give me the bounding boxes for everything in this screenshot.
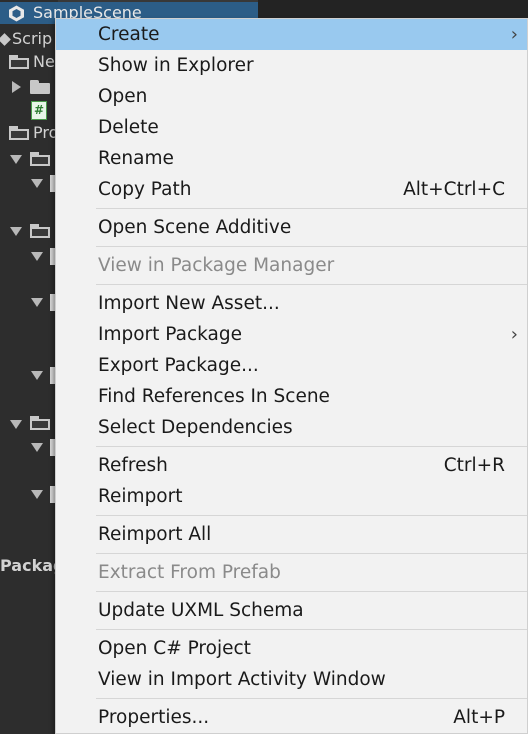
menu-item-import-new-asset[interactable]: Import New Asset... [56, 288, 527, 319]
scripts-label: Scrip [12, 29, 53, 48]
menu-item-label: Show in Explorer [98, 55, 254, 76]
menu-item-shortcut: Ctrl+R [443, 455, 505, 476]
folder-icon [30, 80, 50, 94]
menu-item-label: Refresh [98, 455, 168, 476]
menu-separator [96, 698, 527, 699]
menu-separator [96, 446, 527, 447]
menu-item-export-package[interactable]: Export Package... [56, 350, 527, 381]
menu-item-show-in-explorer[interactable]: Show in Explorer [56, 50, 527, 81]
menu-item-label: Copy Path [98, 179, 192, 200]
menu-item-label: Import New Asset... [98, 293, 280, 314]
menu-item-delete[interactable]: Delete [56, 112, 527, 143]
menu-item-label: Export Package... [98, 355, 259, 376]
menu-item-properties[interactable]: Properties... Alt+P [56, 702, 527, 733]
menu-item-rename[interactable]: Rename [56, 143, 527, 174]
csharp-script-icon: # [31, 101, 47, 120]
submenu-arrow-icon: › [510, 24, 518, 45]
menu-item-shortcut: Alt+P [453, 707, 505, 728]
menu-item-label: Open C# Project [98, 638, 251, 659]
expand-arrow-icon[interactable] [12, 81, 21, 93]
menu-item-reimport[interactable]: Reimport [56, 481, 527, 512]
collapse-arrow-icon[interactable] [31, 252, 43, 261]
menu-item-label: Select Dependencies [98, 417, 293, 438]
menu-item-create[interactable]: Create › [56, 19, 527, 50]
menu-item-find-references[interactable]: Find References In Scene [56, 381, 527, 412]
menu-item-select-dependencies[interactable]: Select Dependencies [56, 412, 527, 443]
menu-item-label: Open [98, 86, 148, 107]
collapse-arrow-icon[interactable] [31, 443, 43, 452]
menu-item-label: Delete [98, 117, 159, 138]
menu-item-reimport-all[interactable]: Reimport All [56, 519, 527, 550]
menu-separator [96, 591, 527, 592]
menu-item-label: Reimport All [98, 524, 212, 545]
menu-item-open[interactable]: Open [56, 81, 527, 112]
collapse-arrow-icon[interactable] [31, 298, 43, 307]
collapse-arrow-icon[interactable] [10, 227, 22, 236]
menu-item-label: Extract From Prefab [98, 562, 281, 583]
context-menu: Create › Show in Explorer Open Delete Re… [55, 18, 528, 734]
panel-top-bar [258, 0, 528, 18]
collapse-arrow-icon[interactable] [10, 420, 22, 429]
folder-open-icon [9, 55, 31, 69]
menu-item-open-scene-additive[interactable]: Open Scene Additive [56, 212, 527, 243]
collapse-arrow-icon[interactable] [31, 371, 43, 380]
folder-label-ne: Ne [33, 52, 55, 71]
menu-separator [96, 553, 527, 554]
collapse-arrow-icon[interactable] [31, 490, 43, 499]
menu-separator [96, 284, 527, 285]
menu-item-view-import-activity[interactable]: View in Import Activity Window [56, 664, 527, 695]
collapse-arrow-icon[interactable] [31, 179, 43, 188]
folder-open-icon [30, 416, 52, 430]
menu-item-open-csharp-project[interactable]: Open C# Project [56, 633, 527, 664]
menu-item-label: Open Scene Additive [98, 217, 292, 238]
menu-item-extract-from-prefab: Extract From Prefab [56, 557, 527, 588]
menu-item-label: Import Package [98, 324, 242, 345]
menu-item-label: Reimport [98, 486, 183, 507]
menu-item-label: View in Import Activity Window [98, 669, 386, 690]
menu-item-shortcut: Alt+Ctrl+C [403, 179, 505, 200]
submenu-arrow-icon: › [510, 324, 518, 345]
menu-separator [96, 629, 527, 630]
menu-item-label: Properties... [98, 707, 210, 728]
menu-item-copy-path[interactable]: Copy Path Alt+Ctrl+C [56, 174, 527, 205]
unity-scene-icon [9, 5, 24, 22]
menu-item-update-uxml-schema[interactable]: Update UXML Schema [56, 595, 527, 626]
menu-item-label: Find References In Scene [98, 386, 330, 407]
menu-separator [96, 515, 527, 516]
folder-open-icon [9, 126, 31, 140]
collapse-arrow-icon[interactable] [10, 155, 22, 164]
folder-open-icon [30, 224, 52, 238]
menu-item-import-package[interactable]: Import Package › [56, 319, 527, 350]
menu-separator [96, 208, 527, 209]
menu-item-label: View in Package Manager [98, 255, 335, 276]
menu-item-label: Create [98, 24, 160, 45]
menu-item-label: Update UXML Schema [98, 600, 304, 621]
menu-separator [96, 246, 527, 247]
folder-open-icon [30, 152, 52, 166]
menu-item-label: Rename [98, 148, 174, 169]
menu-item-view-in-package-manager: View in Package Manager [56, 250, 527, 281]
menu-item-refresh[interactable]: Refresh Ctrl+R [56, 450, 527, 481]
